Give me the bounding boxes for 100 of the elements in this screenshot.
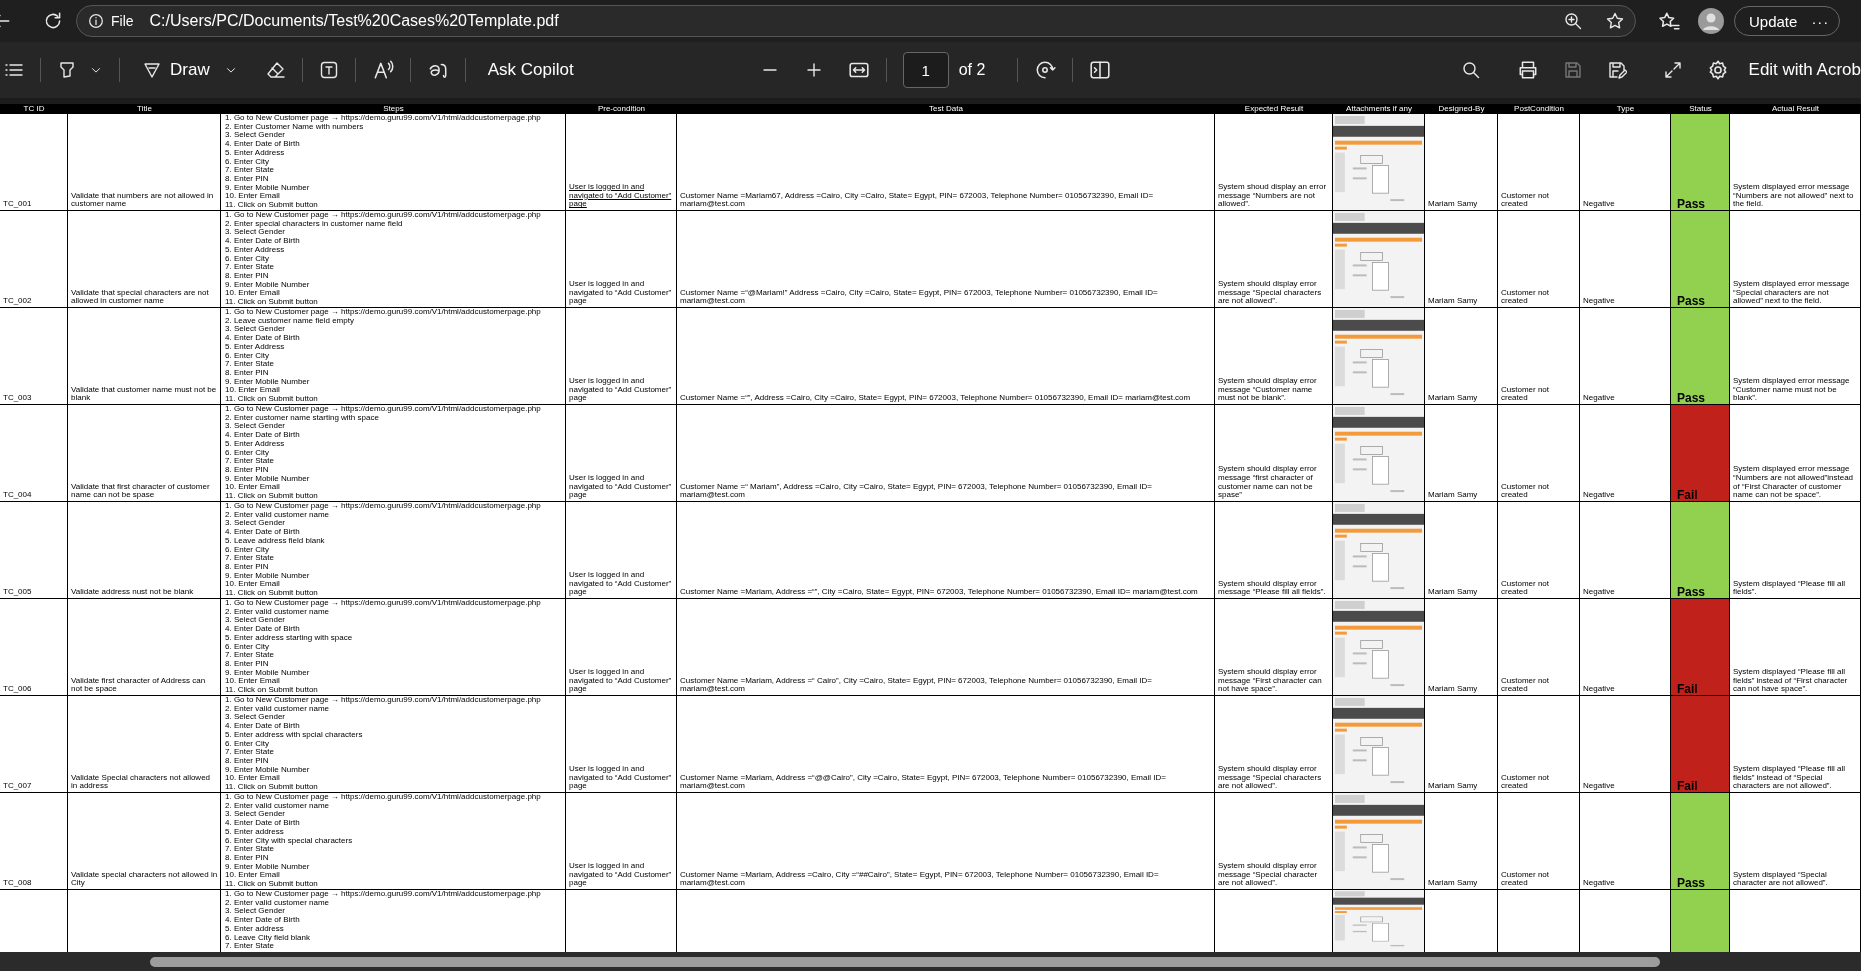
step-text: 11. Click on Submit button [225, 880, 319, 889]
save-icon[interactable] [1562, 60, 1583, 80]
step-text: 2. Enter valid customer name [225, 510, 331, 520]
step-text: 6. Enter City [225, 448, 269, 457]
column-header: Title [68, 104, 221, 114]
column-header: Test Data [677, 104, 1215, 114]
step-text: 2. Enter special characters in customer name field [225, 219, 403, 228]
designer-name: Mariam Samy [1425, 599, 1498, 696]
save-as-icon[interactable] [1606, 60, 1627, 80]
step-text: 10. Enter Email [225, 677, 281, 687]
expand-icon[interactable] [1662, 60, 1683, 80]
column-header: TC ID [0, 104, 68, 114]
address-bar[interactable]: File C:/Users/PC/Documents/Test%20Cases%20Template.pdf [76, 5, 1636, 37]
precondition-text: User is logged in and navigated to “Add Customer” page [566, 405, 677, 502]
precondition-text: User is logged in and navigated to “Add Customer” page [566, 211, 677, 308]
column-header: Actual Result [1730, 104, 1861, 114]
step-text: 3. Select Gender [225, 325, 287, 335]
step-text: 11. Click on Submit button [225, 395, 319, 404]
step-text: 1. Go to New Customer page → https://demo.guru99.com/V1/html/addcustomerpage.php [225, 405, 542, 413]
step-text: 7. Enter State [225, 748, 275, 757]
step-text: 11. Click on Submit button [225, 686, 319, 695]
avatar-icon[interactable] [1698, 8, 1724, 34]
precondition-text: User is logged in and navigated to “Add Customer” page [566, 696, 677, 793]
test-data-text: Customer Name =“@Mariam!” Address =Cairo, City =Cairo, State= Egypt, PIN= 672003, Telephone Number= 01056732390, Email ID= mariam@test.com [677, 211, 1215, 308]
actual-result: System displayed “Please fill all fields”. [1730, 502, 1861, 599]
step-text: 8. Enter PIN [225, 465, 270, 475]
step-text: 9. Enter Mobile Number [225, 571, 311, 581]
column-header: Expected Result [1215, 104, 1333, 114]
step-text: 5. Leave address field blank [225, 536, 326, 546]
step-text: 7. Enter State [225, 166, 275, 175]
text-box-icon[interactable] [318, 60, 339, 80]
step-text: 4. Enter Date of Birth [225, 722, 301, 731]
step-text: 3. Select Gender [225, 713, 287, 723]
step-text: 9. Enter Mobile Number [225, 668, 311, 678]
step-text: 1. Go to New Customer page → https://demo.guru99.com/V1/html/addcustomerpage.php [225, 502, 542, 511]
update-button[interactable]: Update ··· [1734, 6, 1841, 36]
address-prefix: File [111, 13, 134, 29]
step-text: 6. Enter City with special characters [225, 836, 354, 845]
step-text: 1. Go to New Customer page → https://demo.guru99.com/V1/html/addcustomerpage.php [225, 114, 542, 122]
step-text: 6. Enter City [225, 157, 269, 166]
page-view-icon[interactable] [1089, 59, 1112, 81]
step-text: 10. Enter Email [225, 289, 281, 299]
step-text: 4. Enter Date of Birth [225, 140, 301, 149]
step-text: 9. Enter Mobile Number [225, 862, 311, 872]
edit-button[interactable]: Edit with Acrob [1748, 60, 1861, 80]
tc-id: TC_005 [0, 502, 68, 599]
status-cell: Pass [1671, 793, 1730, 890]
step-text: 4. Enter Date of Birth [225, 625, 301, 634]
scrollbar-thumb[interactable] [150, 956, 1660, 967]
step-text: 11. Click on Submit button [225, 783, 319, 792]
step-text: 2. Enter Customer Name with numbers [225, 122, 364, 132]
zoom-in-icon[interactable] [1563, 11, 1583, 31]
step-text: 3. Select Gender [225, 810, 287, 820]
highlighter-icon[interactable] [57, 60, 77, 80]
step-text: 5. Enter Address [225, 342, 286, 352]
step-text: 8. Enter PIN [225, 756, 270, 766]
tc-id: TC_006 [0, 599, 68, 696]
tc-id: TC_002 [0, 211, 68, 308]
actual-result: System displayed “Please fill all fields” instead of “Special characters are not allowed”. [1730, 696, 1861, 793]
step-text: 9. Enter Mobile Number [225, 280, 311, 290]
column-header: Attachments if any [1333, 104, 1425, 114]
designer-name: Mariam Samy [1425, 405, 1498, 502]
ask-copilot-button[interactable]: Ask Copilot [481, 56, 580, 84]
search-icon[interactable] [1460, 60, 1481, 80]
favorites-icon[interactable] [1658, 10, 1680, 32]
page-count: of 2 [958, 61, 986, 79]
test-data-text: Customer Name =Mariam, Address =“ Cairo”, City =Cairo, State= Egypt, PIN= 672003, Telephone Number= 01056732390, Email ID= mariam@test.com [677, 599, 1215, 696]
step-text: 1. Go to New Customer page → https://demo.guru99.com/V1/html/addcustomerpage.php [225, 890, 542, 899]
step-text: 9. Enter Mobile Number [225, 474, 311, 484]
designer-name: Mariam Samy [1425, 211, 1498, 308]
step-text: 6. Enter City [225, 254, 269, 263]
star-icon[interactable] [1605, 11, 1625, 31]
postcondition-text: Customer not created [1498, 114, 1580, 211]
info-icon[interactable] [87, 12, 105, 30]
step-text: 10. Enter Email [225, 580, 281, 590]
step-text: 3. Select Gender [225, 131, 287, 141]
step-text: 10. Enter Email [225, 871, 281, 881]
eraser-icon[interactable] [265, 60, 286, 80]
step-text: 4. Enter Date of Birth [225, 431, 301, 440]
rotate-icon[interactable] [1034, 59, 1057, 81]
actual-result: System displayed “Special character are not allowed”. [1730, 793, 1861, 890]
step-text: 10. Enter Email [225, 774, 281, 784]
step-text: 6. Enter City [225, 642, 269, 651]
draw-button[interactable]: Draw [136, 56, 216, 84]
status-cell: Pass [1671, 308, 1730, 405]
postcondition-text: Customer not created [1498, 502, 1580, 599]
designer-name: Mariam Samy [1425, 696, 1498, 793]
url-text: C:/Users/PC/Documents/Test%20Cases%20Template.pdf [149, 12, 560, 30]
step-text: 6. Enter City [225, 351, 269, 360]
actual-result: System displayed error message “Special characters are not allowed” next to the field. [1730, 211, 1861, 308]
page-number-field[interactable]: 1 [902, 52, 949, 88]
test-data-text: Customer Name =Mariam, Address =Cairo, City =“##Cairo”, State= Egypt, PIN= 672003, Telephone Number= 01056732390, Email ID= mariam@test.com [677, 793, 1215, 890]
step-text: 8. Enter PIN [225, 174, 270, 184]
tc-id: TC_003 [0, 308, 68, 405]
actual-result: System displayed error message “Numbers are not allowed” next to the field. [1730, 114, 1861, 211]
postcondition-text: Customer not created [1498, 308, 1580, 405]
postcondition-text: Customer not created [1498, 211, 1580, 308]
tc-id: TC_008 [0, 793, 68, 890]
step-text: 1. Go to New Customer page → https://demo.guru99.com/V1/html/addcustomerpage.php [225, 599, 542, 608]
column-header: Steps [221, 104, 566, 114]
